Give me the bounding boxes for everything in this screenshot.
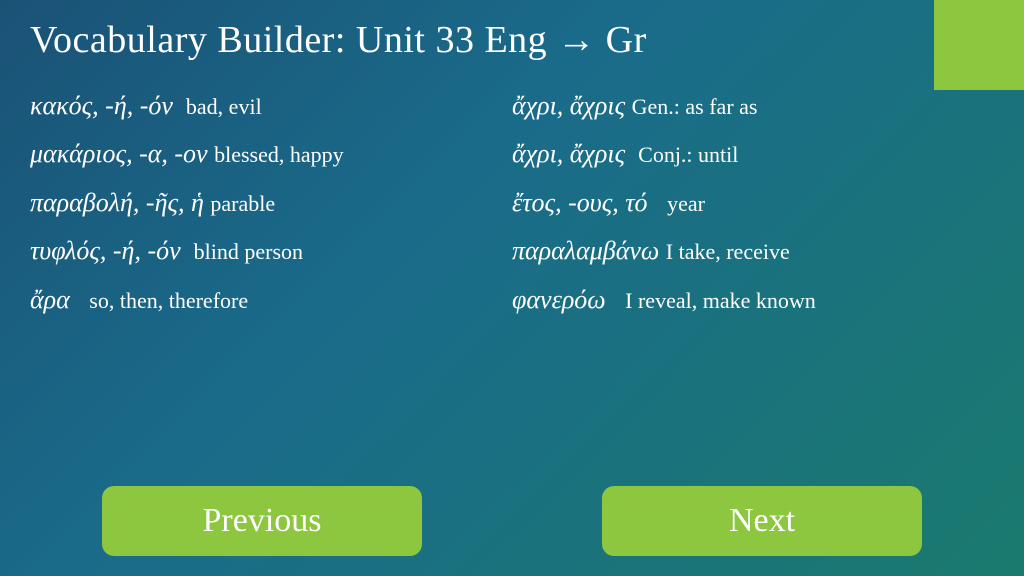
definition-text: so, then, therefore <box>89 288 248 313</box>
title-lang: Gr <box>596 19 647 61</box>
greek-term: παραβολή, -ῆς, ἡ <box>30 188 204 217</box>
greek-term: φανερόω <box>512 285 606 314</box>
next-button[interactable]: Next <box>602 486 922 556</box>
definition-text: blessed, happy <box>214 142 344 167</box>
definition-text: bad, evil <box>186 94 262 119</box>
definition-text: year <box>667 191 705 216</box>
vocab-right-column: ἄχρι, ἄχρις Gen.: as far as ἄχρι, ἄχρις … <box>512 82 994 324</box>
greek-term: ἄχρι, ἄχρις <box>512 139 625 168</box>
definition-text: parable <box>210 191 275 216</box>
list-item: ἄχρι, ἄχρις Gen.: as far as <box>512 82 994 130</box>
definition-text: I take, receive <box>666 239 790 264</box>
vocabulary-grid: κακός, -ή, -όν bad, evil μακάριος, -α, -… <box>0 72 1024 324</box>
greek-term: παραλαμβάνω <box>512 236 659 265</box>
greek-term: ἄρα <box>30 285 70 314</box>
definition-text: Conj.: until <box>638 142 738 167</box>
list-item: ἄχρι, ἄχρις Conj.: until <box>512 130 994 178</box>
page-title: Vocabulary Builder: Unit 33 Eng → Gr <box>0 0 1024 72</box>
list-item: παραλαμβάνω I take, receive <box>512 227 994 275</box>
green-corner-decoration <box>934 0 1024 90</box>
greek-term: κακός, -ή, -όν <box>30 91 173 120</box>
title-text: Vocabulary Builder: Unit 33 Eng <box>30 19 557 61</box>
list-item: παραβολή, -ῆς, ἡ parable <box>30 179 512 227</box>
greek-term: τυφλός, -ή, -όν <box>30 236 181 265</box>
definition-text: Gen.: as far as <box>632 94 758 119</box>
list-item: ἔτος, -ους, τό year <box>512 179 994 227</box>
greek-term: μακάριος, -α, -ον <box>30 139 208 168</box>
list-item: ἄρα so, then, therefore <box>30 276 512 324</box>
list-item: τυφλός, -ή, -όν blind person <box>30 227 512 275</box>
greek-term: ἄχρι, ἄχρις <box>512 91 625 120</box>
list-item: μακάριος, -α, -ον blessed, happy <box>30 130 512 178</box>
vocab-left-column: κακός, -ή, -όν bad, evil μακάριος, -α, -… <box>30 82 512 324</box>
list-item: κακός, -ή, -όν bad, evil <box>30 82 512 130</box>
list-item: φανερόω I reveal, make known <box>512 276 994 324</box>
definition-text: I reveal, make known <box>625 288 816 313</box>
navigation-buttons: Previous Next <box>0 486 1024 556</box>
arrow-icon: → <box>557 19 596 61</box>
greek-term: ἔτος, -ους, τό <box>512 188 648 217</box>
definition-text: blind person <box>194 239 303 264</box>
previous-button[interactable]: Previous <box>102 486 422 556</box>
